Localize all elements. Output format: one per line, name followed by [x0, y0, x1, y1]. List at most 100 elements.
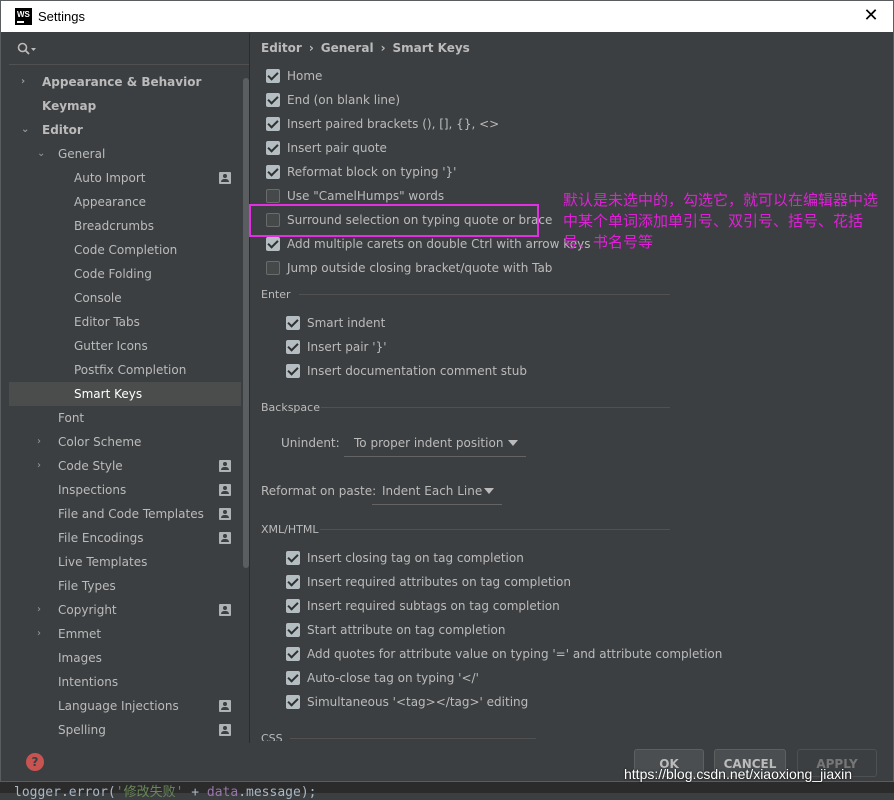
tree-item-spelling[interactable]: Spelling — [9, 718, 241, 742]
checkbox-label: Add multiple carets on double Ctrl with … — [287, 237, 591, 251]
annotation-text: 默认是未选中的，勾选它，就可以在编辑器中选中某个单词添加单引号、双引号、括号、花… — [563, 191, 879, 251]
checkbox[interactable] — [266, 141, 280, 155]
tree-item-label: File Types — [58, 579, 116, 593]
tree-item-images[interactable]: Images — [9, 646, 241, 670]
project-scope-icon — [219, 532, 231, 544]
tree-item-color-scheme[interactable]: › Color Scheme — [9, 430, 241, 454]
tree-item-font[interactable]: Font — [9, 406, 241, 430]
chevron-right-icon[interactable]: › — [37, 598, 47, 622]
help-icon[interactable]: ? — [26, 753, 44, 771]
chevron-down-icon[interactable]: ⌄ — [21, 118, 31, 142]
breadcrumb-editor: Editor — [261, 41, 302, 55]
checkbox-label: End (on blank line) — [287, 93, 401, 107]
tree-item-general[interactable]: ⌄ General — [9, 142, 241, 166]
close-button[interactable]: ✕ — [859, 6, 883, 26]
search-separator — [9, 64, 249, 65]
checkbox[interactable] — [286, 647, 300, 661]
tree-item-label: Gutter Icons — [74, 339, 148, 353]
checkbox-label: Start attribute on tag completion — [307, 623, 506, 637]
checkbox-label: Insert documentation comment stub — [307, 364, 527, 378]
checkbox[interactable] — [266, 69, 280, 83]
tree-item-label: Code Completion — [74, 243, 178, 257]
checkbox[interactable] — [286, 599, 300, 613]
checkbox[interactable] — [286, 623, 300, 637]
search-icon[interactable] — [17, 42, 39, 56]
checkbox-label: Jump outside closing bracket/quote with … — [287, 261, 553, 275]
chevron-right-icon[interactable]: › — [37, 622, 47, 646]
tree-item-editor-tabs[interactable]: Editor Tabs — [9, 310, 241, 334]
tree-item-label: File and Code Templates — [58, 507, 204, 521]
checkbox[interactable] — [266, 237, 280, 251]
reformat-on-paste-value: Indent Each Line — [382, 484, 483, 498]
tree-item-label: Code Style — [58, 459, 123, 473]
unindent-value: To proper indent position — [354, 436, 504, 450]
checkbox[interactable] — [286, 671, 300, 685]
tree-item-auto-import[interactable]: Auto Import — [9, 166, 241, 190]
chevron-right-icon[interactable]: › — [21, 70, 31, 94]
project-scope-icon — [219, 508, 231, 520]
checkbox-label: Insert paired brackets (), [], {}, <> — [287, 117, 500, 131]
css-section-title: CSS — [261, 732, 283, 741]
unindent-dropdown[interactable]: To proper indent position — [344, 430, 526, 457]
checkbox[interactable] — [266, 93, 280, 107]
tree-item-live-templates[interactable]: Live Templates — [9, 550, 241, 574]
tree-item-appearance[interactable]: Appearance — [9, 190, 241, 214]
tree-item-editor[interactable]: ⌄ Editor — [9, 118, 241, 142]
chevron-right-icon[interactable]: › — [37, 454, 47, 478]
tree-item-label: Live Templates — [58, 555, 148, 569]
tree-item-smart-keys[interactable]: Smart Keys — [9, 382, 241, 406]
tree-item-label: Intentions — [58, 675, 119, 689]
xml-section-title: XML/HTML — [261, 523, 319, 536]
reformat-on-paste-label: Reformat on paste: — [261, 484, 377, 498]
tree-item-copyright[interactable]: › Copyright — [9, 598, 241, 622]
tree-item-file-encodings[interactable]: File Encodings — [9, 526, 241, 550]
chevron-right-icon[interactable]: › — [37, 430, 47, 454]
checkbox-label: Auto-close tag on typing '</' — [307, 671, 479, 685]
tree-item-file-and-code-templates[interactable]: File and Code Templates — [9, 502, 241, 526]
tree-item-label: Code Folding — [74, 267, 152, 281]
tree-item-postfix-completion[interactable]: Postfix Completion — [9, 358, 241, 382]
reformat-on-paste-dropdown[interactable]: Indent Each Line — [372, 478, 502, 505]
webstorm-logo: WS — [15, 8, 32, 25]
breadcrumb: Editor › General › Smart Keys — [261, 41, 470, 55]
enter-section-line — [299, 294, 670, 295]
tree-item-console[interactable]: Console — [9, 286, 241, 310]
tree-item-label: Smart Keys — [74, 387, 143, 401]
checkbox[interactable] — [286, 551, 300, 565]
tree-item-label: Postfix Completion — [74, 363, 187, 377]
tree-item-intentions[interactable]: Intentions — [9, 670, 241, 694]
project-scope-icon — [219, 724, 231, 736]
tree-item-label: Font — [58, 411, 85, 425]
checkbox-label: Insert pair quote — [287, 141, 387, 155]
watermark: https://blog.csdn.net/xiaoxiong_jiaxin — [624, 766, 853, 782]
title-bar: WS Settings ✕ — [1, 1, 893, 32]
tree-item-code-folding[interactable]: Code Folding — [9, 262, 241, 286]
checkbox[interactable] — [286, 695, 300, 709]
tree-item-emmet[interactable]: › Emmet — [9, 622, 241, 646]
tree-item-label: General — [58, 147, 106, 161]
tree-item-appearance-behavior[interactable]: › Appearance & Behavior — [9, 70, 241, 94]
tree-item-keymap[interactable]: Keymap — [9, 94, 241, 118]
checkbox-label: Smart indent — [307, 316, 386, 330]
tree-item-breadcrumbs[interactable]: Breadcrumbs — [9, 214, 241, 238]
tree-item-code-style[interactable]: › Code Style — [9, 454, 241, 478]
tree-item-language-injections[interactable]: Language Injections — [9, 694, 241, 718]
chevron-down-icon — [508, 440, 518, 446]
tree-item-file-types[interactable]: File Types — [9, 574, 241, 598]
checkbox[interactable] — [266, 261, 280, 275]
tree-item-label: Keymap — [42, 99, 97, 113]
tree-item-gutter-icons[interactable]: Gutter Icons — [9, 334, 241, 358]
checkbox[interactable] — [266, 117, 280, 131]
tree-item-code-completion[interactable]: Code Completion — [9, 238, 241, 262]
tree-item-label: Images — [58, 651, 102, 665]
content-scrollbar-track[interactable] — [880, 67, 886, 743]
checkbox[interactable] — [286, 316, 300, 330]
checkbox[interactable] — [286, 575, 300, 589]
chevron-down-icon[interactable]: ⌄ — [37, 142, 47, 166]
tree-item-inspections[interactable]: Inspections — [9, 478, 241, 502]
checkbox[interactable] — [286, 364, 300, 378]
checkbox[interactable] — [286, 340, 300, 354]
checkbox[interactable] — [266, 189, 280, 203]
checkbox-label: Insert pair '}' — [307, 340, 387, 354]
checkbox[interactable] — [266, 165, 280, 179]
